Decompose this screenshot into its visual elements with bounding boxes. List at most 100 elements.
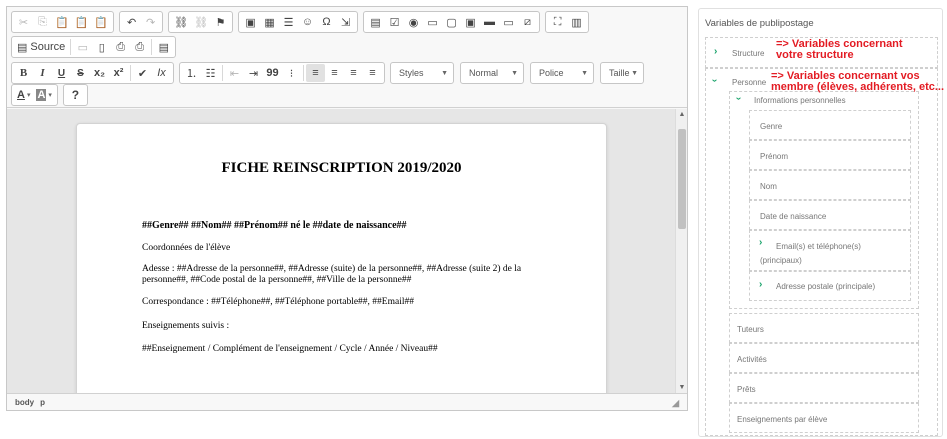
editor-statusbar: body p ◢: [7, 393, 687, 410]
paste-word-icon[interactable]: 📋: [91, 13, 111, 31]
source-button[interactable]: ▤ Source: [14, 38, 68, 56]
superscript-icon[interactable]: x²: [109, 64, 128, 82]
div-container-icon[interactable]: ⁝: [282, 64, 301, 82]
clipboard-group: ✂ ⎘ 📋 📋 📋: [11, 11, 115, 33]
page-break-icon[interactable]: ⇲: [336, 13, 355, 31]
chevron-down-icon: ▾: [48, 92, 52, 99]
size-label: Taille: [609, 68, 630, 78]
scroll-down-icon[interactable]: ▼: [676, 384, 687, 391]
copy-icon[interactable]: ⎘: [33, 13, 52, 31]
chevron-down-icon: ▼: [631, 69, 638, 77]
unlink-icon[interactable]: ⛓: [191, 13, 211, 31]
maximize-icon[interactable]: ⛶: [548, 13, 567, 31]
preview-icon[interactable]: ⎙: [111, 38, 130, 56]
chevron-down-icon: ▼: [581, 69, 588, 77]
hidden-field-icon[interactable]: ⧄: [518, 13, 537, 31]
tree-node-personne[interactable]: › Personne › Informations personnelles G…: [705, 68, 938, 436]
chevron-down-icon: ▼: [441, 69, 448, 77]
textfield-icon[interactable]: ▭: [423, 13, 442, 31]
bg-color-button[interactable]: A ▾: [33, 86, 54, 104]
tree-node-email-tel[interactable]: › Email(s) et téléphone(s) (principaux): [749, 230, 911, 271]
align-justify-icon[interactable]: ≡: [363, 64, 382, 82]
outdent-icon[interactable]: ⇤: [225, 64, 244, 82]
button-icon[interactable]: ▬: [480, 13, 499, 31]
document-page[interactable]: FICHE REINSCRIPTION 2019/2020 ##Genre## …: [76, 123, 607, 393]
show-blocks-icon[interactable]: ▥: [567, 13, 586, 31]
tree-leaf-genre[interactable]: Genre: [749, 110, 911, 140]
tree-label-nom: Nom: [760, 182, 777, 191]
paste-icon[interactable]: 📋: [52, 13, 72, 31]
blockquote-icon[interactable]: 99: [263, 64, 282, 82]
print-icon[interactable]: ⎙: [130, 38, 149, 56]
bulleted-list-icon[interactable]: ☷: [201, 64, 220, 82]
chevron-right-icon: ›: [714, 46, 718, 57]
scroll-up-icon[interactable]: ▲: [676, 111, 687, 118]
horizontal-rule-icon[interactable]: ☰: [279, 13, 298, 31]
styles-dropdown[interactable]: Styles ▼: [390, 62, 454, 84]
textarea-icon[interactable]: ▢: [442, 13, 461, 31]
editor-content-area[interactable]: FICHE REINSCRIPTION 2019/2020 ##Genre## …: [7, 109, 687, 393]
bold-icon[interactable]: B: [14, 64, 33, 82]
underline-icon[interactable]: U: [52, 64, 71, 82]
remove-format-icon[interactable]: Ix: [152, 64, 171, 82]
align-right-icon[interactable]: ≡: [344, 64, 363, 82]
image-icon[interactable]: ▣: [241, 13, 260, 31]
select-icon[interactable]: ▣: [461, 13, 480, 31]
undo-group: ↶ ↷: [119, 11, 164, 33]
image-button-icon[interactable]: ▭: [499, 13, 518, 31]
indent-icon[interactable]: ⇥: [244, 64, 263, 82]
vertical-scrollbar[interactable]: ▲ ▼: [675, 109, 687, 393]
font-dropdown[interactable]: Police ▼: [530, 62, 594, 84]
resize-grip-icon[interactable]: ◢: [672, 398, 679, 409]
source-icon: ▤: [17, 41, 28, 54]
tree-node-tuteurs[interactable]: Tuteurs: [729, 313, 919, 343]
numbered-list-icon[interactable]: ⒈: [182, 64, 201, 82]
tree-node-informations[interactable]: › Informations personnelles Genre Prénom…: [729, 91, 919, 309]
new-page-icon[interactable]: ▯: [92, 38, 111, 56]
subscript-icon[interactable]: x₂: [90, 64, 109, 82]
editor-toolbar: ✂ ⎘ 📋 📋 📋 ↶ ↷ ⛓ ⛓ ⚑ ▣ ▦ ☰ ☺ Ω ⇲ ▤ ☑ ◉ ▭ …: [7, 7, 687, 108]
help-button[interactable]: ?: [66, 86, 85, 104]
smiley-icon[interactable]: ☺: [298, 13, 317, 31]
paste-text-icon[interactable]: 📋: [72, 13, 92, 31]
tree-node-activites[interactable]: Activités: [729, 343, 919, 373]
strikethrough-icon[interactable]: S: [71, 64, 90, 82]
radio-icon[interactable]: ◉: [404, 13, 423, 31]
toolbar-row-3: B I U S x₂ x² ✔ Ix ⒈ ☷ ⇤ ⇥ 99 ⁝ ≡ ≡ ≡ ≡ …: [11, 62, 650, 84]
rich-text-editor: ✂ ⎘ 📋 📋 📋 ↶ ↷ ⛓ ⛓ ⚑ ▣ ▦ ☰ ☺ Ω ⇲ ▤ ☑ ◉ ▭ …: [6, 6, 688, 411]
chevron-right-icon: ›: [759, 279, 763, 290]
link-icon[interactable]: ⛓: [171, 13, 191, 31]
form-icon[interactable]: ▤: [366, 13, 385, 31]
checkbox-icon[interactable]: ☑: [385, 13, 404, 31]
text-color-button[interactable]: A ▾: [14, 86, 33, 104]
copy-format-icon[interactable]: ✔: [133, 64, 152, 82]
table-icon[interactable]: ▦: [260, 13, 279, 31]
templates-icon[interactable]: ▤: [154, 38, 173, 56]
tree-leaf-prenom[interactable]: Prénom: [749, 140, 911, 170]
undo-icon[interactable]: ↶: [122, 13, 141, 31]
tree-node-enseignements[interactable]: Enseignements par élève: [729, 403, 919, 433]
redo-icon[interactable]: ↷: [141, 13, 160, 31]
path-p[interactable]: p: [40, 398, 45, 407]
scrollbar-thumb[interactable]: [678, 129, 686, 229]
anchor-icon[interactable]: ⚑: [211, 13, 230, 31]
tree-leaf-date-naissance[interactable]: Date de naissance: [749, 200, 911, 230]
special-char-icon[interactable]: Ω: [317, 13, 336, 31]
chevron-down-icon: ▼: [511, 69, 518, 77]
align-center-icon[interactable]: ≡: [325, 64, 344, 82]
align-left-icon[interactable]: ≡: [306, 64, 325, 82]
toolbar-divider: [303, 65, 304, 81]
cut-icon[interactable]: ✂: [14, 13, 33, 31]
italic-icon[interactable]: I: [33, 64, 52, 82]
toolbar-row-2: ▤ Source ▭ ▯ ⎙ ⎙ ▤: [11, 36, 181, 58]
toolbar-divider: [70, 39, 72, 55]
path-body[interactable]: body: [15, 398, 34, 407]
tree-node-prets[interactable]: Prêts: [729, 373, 919, 403]
save-icon[interactable]: ▭: [73, 38, 92, 56]
doc-courses-line: ##Enseignement / Complément de l'enseign…: [142, 344, 438, 354]
format-dropdown[interactable]: Normal ▼: [460, 62, 524, 84]
tree-node-adresse[interactable]: › Adresse postale (principale): [749, 271, 911, 301]
size-dropdown[interactable]: Taille ▼: [600, 62, 644, 84]
doc-identity-line: ##Genre## ##Nom## ##Prénom## né le ##dat…: [142, 220, 407, 231]
tree-leaf-nom[interactable]: Nom: [749, 170, 911, 200]
